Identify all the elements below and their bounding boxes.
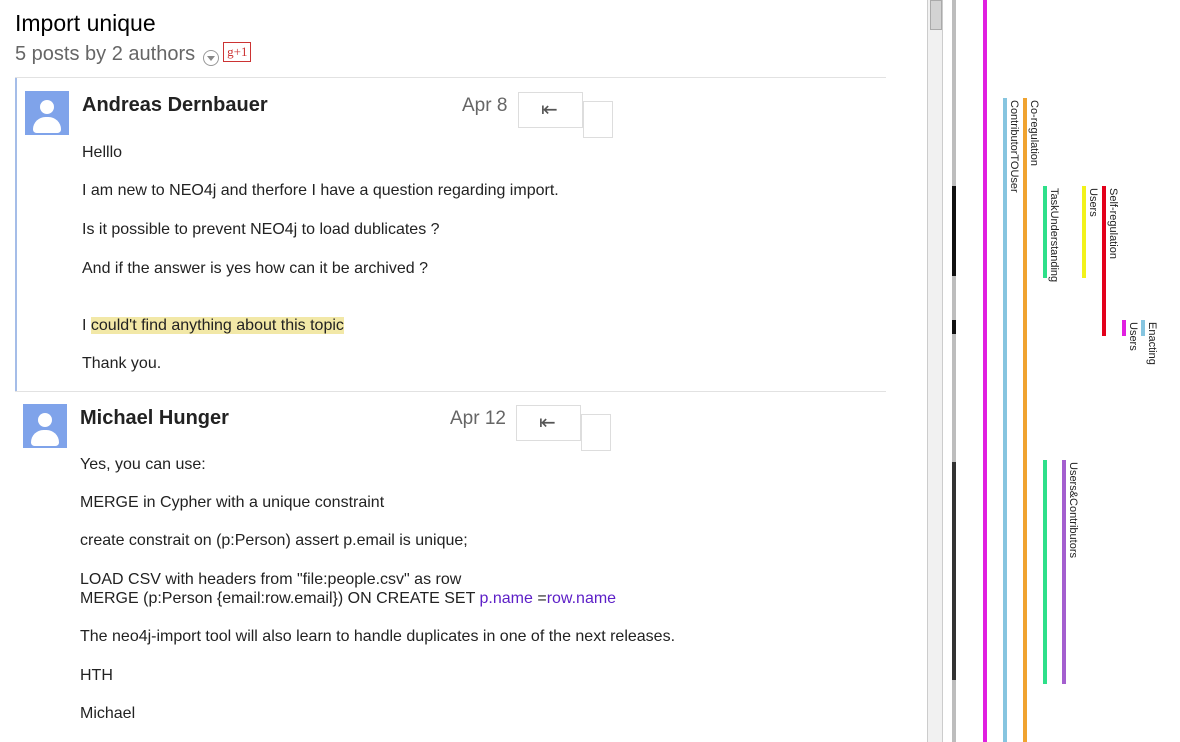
text-fragment: = xyxy=(532,590,547,607)
post-menu-button[interactable] xyxy=(581,414,611,451)
vertical-scrollbar[interactable] xyxy=(927,0,943,742)
post-author[interactable]: Andreas Dernbauer xyxy=(82,94,268,117)
timeline-bar-self-regulation[interactable] xyxy=(1102,186,1106,336)
timeline-bar-contributor-to-user[interactable] xyxy=(1003,98,1007,742)
post-body-line: MERGE in Cypher with a unique constraint xyxy=(80,494,385,511)
post-body-line: The neo4j-import tool will also learn to… xyxy=(80,628,676,645)
timeline-bar-users[interactable] xyxy=(1082,186,1086,278)
thread-subtitle: 5 posts by 2 authors g+1 xyxy=(15,41,252,66)
reply-all-icon: ⇤ xyxy=(539,412,556,434)
post-body-line: Yes, you can use: xyxy=(80,456,206,473)
post-date: Apr 12 xyxy=(450,408,506,429)
post-body-line: HTH xyxy=(80,667,113,684)
post-body-line: create constrait on (p:Person) assert p.… xyxy=(80,532,468,549)
highlighted-text: could't find anything about this topic xyxy=(90,317,344,334)
post-body-line: I could't find anything about this topic xyxy=(82,317,344,335)
timeline-bar-task-understanding[interactable] xyxy=(1043,186,1047,278)
post-body-line: I am new to NEO4j and therfore I have a … xyxy=(82,182,559,199)
post-author[interactable]: Michael Hunger xyxy=(80,407,229,430)
timeline-label: TaskUnderstanding xyxy=(1048,188,1060,283)
post-body-line: LOAD CSV with headers from "file:people.… xyxy=(80,571,462,588)
post-body-line: Thank you. xyxy=(82,355,162,372)
timeline-label: Users xyxy=(1087,188,1099,217)
reply-all-button[interactable]: ⇤ xyxy=(516,405,581,441)
timeline-bar-users-contributors[interactable] xyxy=(1062,460,1066,684)
post-body-line: Helllo xyxy=(82,144,123,161)
track-segment xyxy=(952,320,956,334)
google-plus-one-button[interactable]: g+1 xyxy=(223,41,252,62)
timeline-label: ContributorTOUser xyxy=(1008,100,1020,193)
post-body-line: Michael xyxy=(80,705,136,722)
timeline-label: Enacting xyxy=(1146,322,1158,365)
scrollbar-thumb[interactable] xyxy=(930,0,942,30)
timeline-track xyxy=(952,0,956,742)
default-avatar-icon[interactable] xyxy=(23,404,67,448)
post-count-label: 5 posts by 2 authors xyxy=(15,43,196,65)
timeline-bar-green-2[interactable] xyxy=(1043,460,1047,684)
link[interactable]: row.name xyxy=(547,590,616,607)
timeline-panel: ContributorTOUser Co-regulation TaskUnde… xyxy=(925,0,1180,742)
post-body-line: And if the answer is yes how can it be a… xyxy=(82,260,428,277)
timeline-label: Users&Contributors xyxy=(1067,462,1079,558)
link[interactable]: p.name xyxy=(480,590,533,607)
post-date: Apr 8 xyxy=(462,95,508,116)
reply-all-icon: ⇤ xyxy=(541,99,558,121)
chevron-down-icon[interactable] xyxy=(203,49,220,66)
track-segment xyxy=(952,462,956,680)
timeline-bar-magenta[interactable] xyxy=(983,0,987,742)
reply-all-button[interactable]: ⇤ xyxy=(518,92,583,128)
timeline-bar-enacting[interactable] xyxy=(1141,320,1145,336)
thread-title: Import unique xyxy=(15,10,156,36)
post: Andreas Dernbauer Apr 8 ⇤ Helllo I am ne… xyxy=(15,78,888,391)
text-fragment: MERGE (p:Person {email:row.email}) ON CR… xyxy=(80,590,480,607)
timeline-label: Co-regulation xyxy=(1028,100,1040,167)
default-avatar-icon[interactable] xyxy=(25,91,69,135)
timeline-bar-co-regulation[interactable] xyxy=(1023,98,1027,742)
post-body-line: Is it possible to prevent NEO4j to load … xyxy=(82,221,440,238)
timeline-bar-users-2[interactable] xyxy=(1122,320,1126,336)
post-menu-button[interactable] xyxy=(583,101,613,138)
timeline-label: Users xyxy=(1127,322,1139,351)
post-body-line: MERGE (p:Person {email:row.email}) ON CR… xyxy=(80,590,616,608)
thread-view: Import unique 5 posts by 2 authors g+1 A… xyxy=(0,0,925,742)
track-segment xyxy=(952,186,956,276)
text-fragment: I xyxy=(82,317,91,334)
timeline-label: Self-regulation xyxy=(1107,188,1119,259)
post: Michael Hunger Apr 12 ⇤ Yes, you can use… xyxy=(15,391,886,742)
